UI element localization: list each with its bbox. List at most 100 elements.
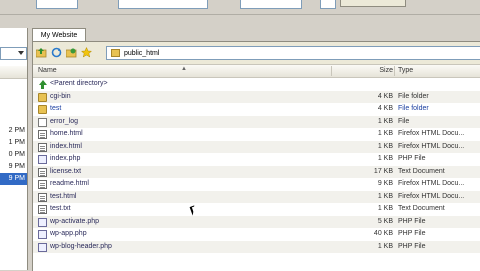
html-file-icon <box>38 192 47 202</box>
local-pane: 2 PM 1 PM 0 PM 9 PM 9 PM <box>0 28 28 270</box>
file-size: 9 KB <box>377 180 393 187</box>
file-row[interactable]: error_log 1 KB File <box>33 115 480 128</box>
folder-icon <box>111 49 120 57</box>
file-name: wp-blog-header.php <box>50 242 112 250</box>
refresh-icon[interactable] <box>51 47 62 58</box>
text-file-icon <box>38 205 47 214</box>
remote-path-field[interactable]: public_html <box>106 46 480 60</box>
file-row[interactable]: test.html 1 KB Firefox HTML Docu... <box>33 190 480 203</box>
parent-directory-row[interactable]: <Parent directory> <box>33 78 480 91</box>
file-size: 4 KB <box>377 92 393 100</box>
file-type: PHP File <box>398 155 426 162</box>
folder-up-icon[interactable] <box>36 47 47 58</box>
column-header-type[interactable]: Type <box>398 65 413 77</box>
remote-toolbar: public_html <box>33 42 480 65</box>
password-field[interactable] <box>240 0 302 9</box>
port-field[interactable] <box>320 0 336 9</box>
php-file-icon <box>38 230 47 239</box>
file-name: cgi-bin <box>50 92 71 100</box>
file-name: index.html <box>50 142 82 150</box>
folder-icon <box>38 105 47 114</box>
remote-path-text: public_html <box>124 50 160 57</box>
file-row[interactable]: index.php 1 KB PHP File <box>33 153 480 166</box>
html-file-icon <box>38 142 47 152</box>
file-type: File folder <box>398 105 429 112</box>
file-size: 1 KB <box>377 205 393 212</box>
local-row-time[interactable]: 1 PM <box>0 137 27 149</box>
file-size: 40 KB <box>373 230 393 237</box>
file-size: 4 KB <box>377 105 393 112</box>
top-toolbar <box>0 0 480 15</box>
file-type: Firefox HTML Docu... <box>398 142 465 150</box>
local-path-combo[interactable] <box>0 47 27 60</box>
file-type: Text Document <box>398 167 445 175</box>
remote-column-header: Name ▲ Size Type <box>33 65 480 78</box>
file-row[interactable]: wp-activate.php 5 KB PHP File <box>33 215 480 228</box>
tab-my-website[interactable]: My Website <box>32 28 86 42</box>
php-file-icon <box>38 242 47 252</box>
file-icon <box>38 117 47 127</box>
file-size: 5 KB <box>377 217 393 225</box>
file-name: home.html <box>50 130 83 137</box>
column-header-name[interactable]: Name <box>38 65 57 77</box>
folder-icon <box>38 92 47 102</box>
file-row[interactable]: wp-app.php 40 KB PHP File <box>33 228 480 241</box>
php-file-icon <box>38 155 47 164</box>
file-size: 1 KB <box>377 155 393 162</box>
remote-file-list: <Parent directory> cgi-bin 4 KB File fol… <box>33 78 480 253</box>
local-column-header[interactable] <box>0 66 27 79</box>
file-type: File folder <box>398 92 429 100</box>
file-name: readme.html <box>50 180 89 187</box>
php-file-icon <box>38 217 47 227</box>
local-row-time[interactable]: 2 PM <box>0 125 27 137</box>
file-size: 1 KB <box>377 117 393 125</box>
file-row[interactable]: test.txt 1 KB Text Document <box>33 203 480 216</box>
file-row[interactable]: test 4 KB File folder <box>33 103 480 116</box>
file-name: test <box>50 105 62 112</box>
sort-ascending-icon: ▲ <box>181 66 187 72</box>
file-size: 17 KB <box>373 167 393 175</box>
file-row[interactable]: readme.html 9 KB Firefox HTML Docu... <box>33 178 480 191</box>
file-size: 1 KB <box>377 142 393 150</box>
file-size: 1 KB <box>377 130 393 137</box>
column-divider[interactable] <box>331 66 332 76</box>
file-name: wp-activate.php <box>50 217 100 225</box>
html-file-icon <box>38 130 47 139</box>
file-row[interactable]: wp-blog-header.php 1 KB PHP File <box>33 240 480 253</box>
file-size: 1 KB <box>377 242 393 250</box>
host-field[interactable] <box>36 0 78 9</box>
file-type: File <box>398 117 410 125</box>
file-row[interactable]: index.html 1 KB Firefox HTML Docu... <box>33 140 480 153</box>
column-header-size[interactable]: Size <box>379 65 393 77</box>
file-name: license.txt <box>50 167 82 175</box>
column-divider[interactable] <box>394 66 395 76</box>
disconnect-button[interactable] <box>340 0 406 7</box>
file-name: index.php <box>50 155 81 162</box>
file-name: wp-app.php <box>50 230 87 237</box>
file-type: PHP File <box>398 242 426 250</box>
file-name: error_log <box>50 117 79 125</box>
html-file-icon <box>38 180 47 189</box>
home-folder-icon[interactable] <box>66 47 77 58</box>
local-row-time-selected[interactable]: 9 PM <box>0 173 27 185</box>
file-type: Firefox HTML Docu... <box>398 130 465 137</box>
star-favorites-icon[interactable] <box>81 47 92 58</box>
local-row-time[interactable]: 9 PM <box>0 161 27 173</box>
file-row[interactable]: license.txt 17 KB Text Document <box>33 165 480 178</box>
up-arrow-icon <box>38 80 47 89</box>
file-type: PHP File <box>398 230 426 237</box>
chevron-down-icon[interactable] <box>18 51 24 55</box>
file-type: Text Document <box>398 205 445 212</box>
username-field[interactable] <box>118 0 208 9</box>
file-row[interactable]: cgi-bin 4 KB File folder <box>33 90 480 103</box>
text-file-icon <box>38 167 47 177</box>
file-name: test.txt <box>50 205 71 212</box>
file-name: test.html <box>50 192 77 200</box>
file-size: 1 KB <box>377 192 393 200</box>
file-type: Firefox HTML Docu... <box>398 192 465 200</box>
file-type: Firefox HTML Docu... <box>398 180 465 187</box>
local-row-time[interactable]: 0 PM <box>0 149 27 161</box>
file-type: PHP File <box>398 217 426 225</box>
file-row[interactable]: home.html 1 KB Firefox HTML Docu... <box>33 128 480 141</box>
file-name: <Parent directory> <box>50 80 108 87</box>
